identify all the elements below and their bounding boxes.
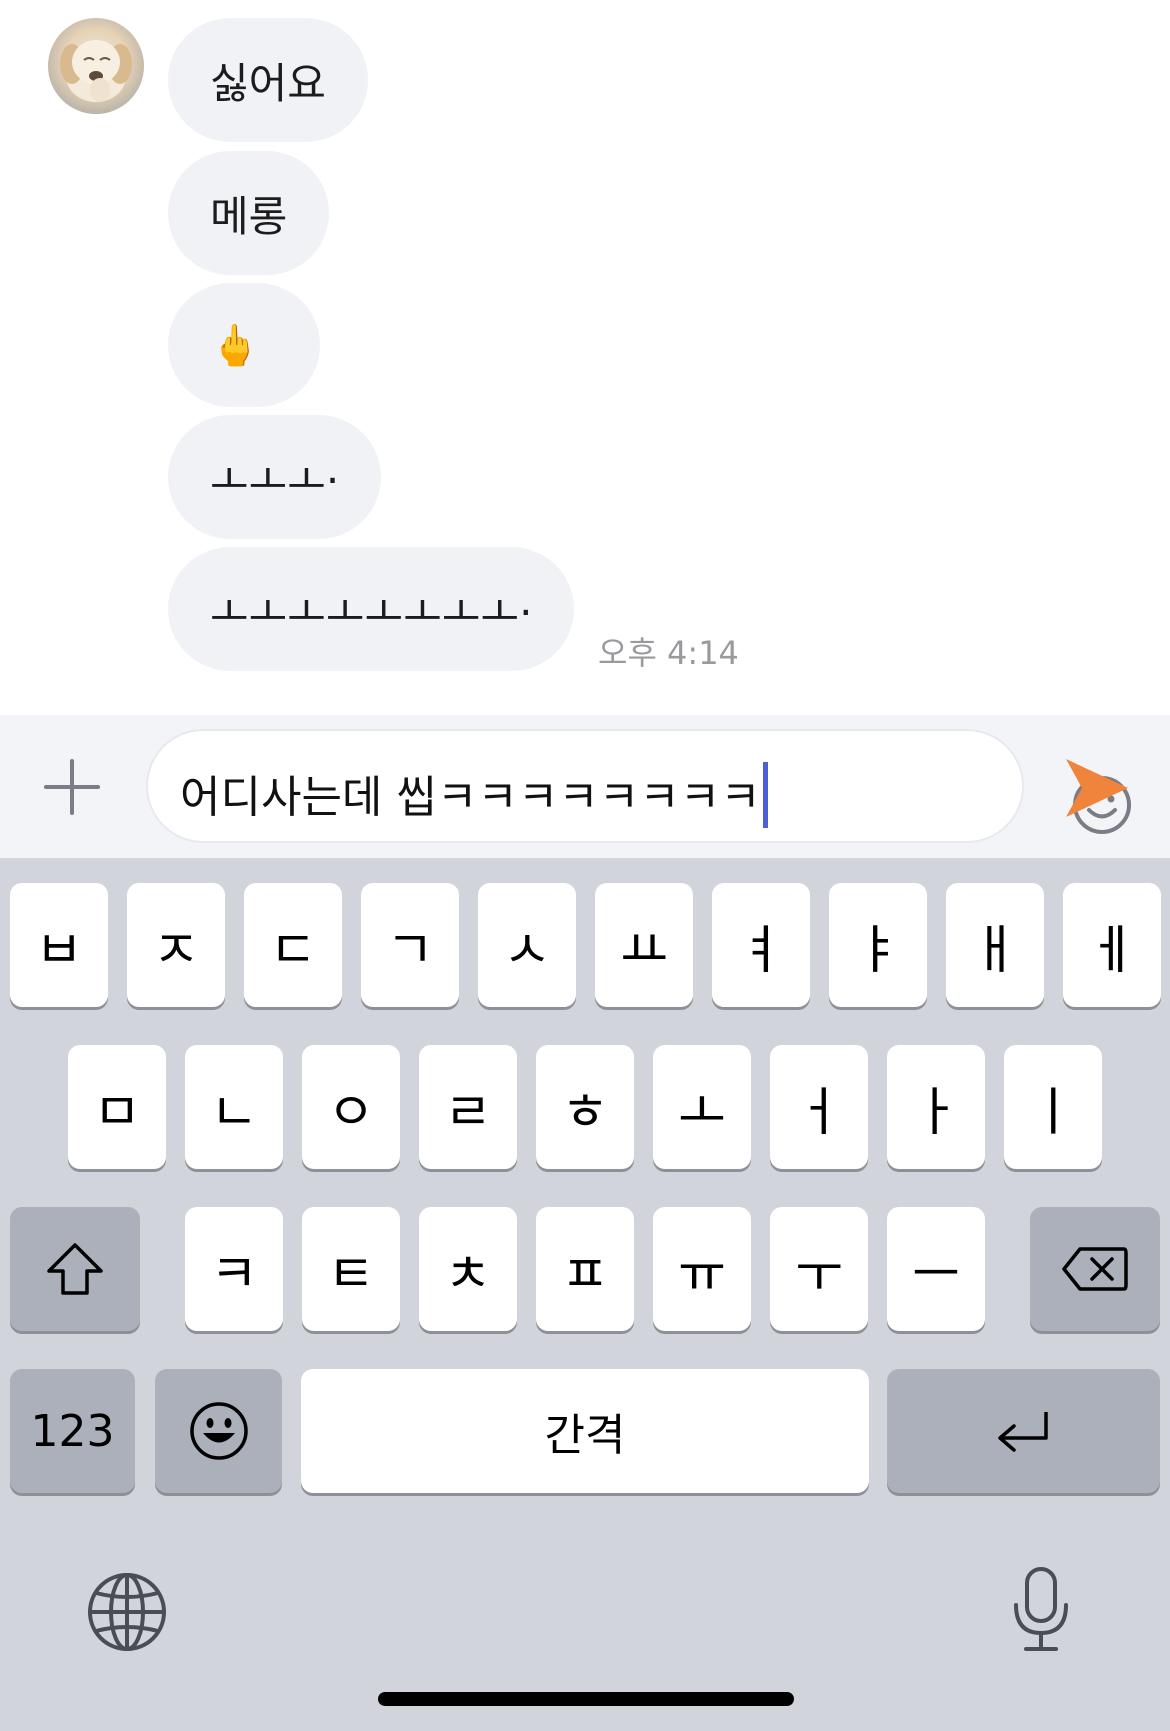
key-label: ㅈ — [152, 920, 200, 981]
emoji-face-icon — [189, 1402, 248, 1460]
key-a[interactable]: ㅏ — [887, 1045, 985, 1169]
message-text: 싫어요 — [210, 58, 326, 108]
key-label: ㅁ — [93, 1082, 141, 1143]
message-timestamp: 오후 4:14 — [598, 634, 739, 672]
key-yeo[interactable]: ㅕ — [712, 883, 810, 1007]
key-label: ㅣ — [1029, 1082, 1077, 1143]
numbers-key[interactable]: 123 — [10, 1369, 135, 1493]
text-caret — [762, 762, 768, 828]
key-label: 123 — [30, 1405, 115, 1457]
avatar[interactable] — [48, 18, 144, 114]
key-label: ㄱ — [386, 920, 434, 981]
key-label: 간격 — [544, 1410, 626, 1461]
message-input-value: 어디사는데 씹ㅋㅋㅋㅋㅋㅋㅋㅋ — [180, 772, 761, 823]
key-m[interactable]: ㅁ — [68, 1045, 166, 1169]
shift-key[interactable] — [10, 1207, 140, 1331]
key-label: ㅜ — [795, 1244, 843, 1305]
puppy-photo — [60, 40, 132, 102]
key-eu[interactable]: ㅡ — [887, 1207, 985, 1331]
key-label: ㅓ — [795, 1082, 843, 1143]
key-label: ㄹ — [444, 1082, 492, 1143]
message-text: ㅗㅗㅗㅗㅗㅗㅗㅗ· — [210, 587, 533, 637]
key-ch[interactable]: ㅊ — [419, 1207, 517, 1331]
key-t[interactable]: ㅌ — [302, 1207, 400, 1331]
message-bubble[interactable]: ㅗㅗㅗ· — [168, 415, 382, 539]
key-ya[interactable]: ㅑ — [829, 883, 927, 1007]
key-label: ㅗ — [678, 1082, 726, 1143]
attach-plus-button[interactable] — [40, 755, 104, 819]
send-button[interactable] — [1062, 755, 1132, 821]
key-label: ㅔ — [1088, 920, 1136, 981]
chat-area: 싫어요 메롱 🖕 ㅗㅗㅗ· ㅗㅗㅗㅗㅗㅗㅗㅗ· 오후 4:14 — [0, 0, 1170, 715]
key-ng[interactable]: ㅇ — [302, 1045, 400, 1169]
key-p[interactable]: ㅍ — [536, 1207, 634, 1331]
key-n[interactable]: ㄴ — [185, 1045, 283, 1169]
dictation-button[interactable] — [1010, 1565, 1072, 1655]
key-eo[interactable]: ㅓ — [770, 1045, 868, 1169]
key-label: ㅛ — [620, 920, 668, 981]
key-label: ㅊ — [444, 1244, 492, 1305]
backspace-icon — [1062, 1247, 1128, 1291]
message-bubble[interactable]: 🖕 — [168, 283, 320, 407]
key-label: ㅍ — [561, 1244, 609, 1305]
key-h[interactable]: ㅎ — [536, 1045, 634, 1169]
return-arrow-icon — [997, 1412, 1048, 1452]
key-i[interactable]: ㅣ — [1004, 1045, 1102, 1169]
key-k[interactable]: ㅋ — [185, 1207, 283, 1331]
key-b[interactable]: ㅂ — [10, 883, 108, 1007]
key-label: ㅐ — [971, 920, 1019, 981]
message-bubble[interactable]: 메롱 — [168, 151, 330, 275]
plus-icon — [44, 759, 100, 815]
globe-button[interactable] — [86, 1571, 168, 1653]
key-s[interactable]: ㅅ — [478, 883, 576, 1007]
home-indicator[interactable] — [378, 1692, 794, 1706]
return-key[interactable] — [887, 1369, 1160, 1493]
key-label: ㅏ — [912, 1082, 960, 1143]
emoji-key[interactable] — [155, 1369, 282, 1493]
message-bubble[interactable]: ㅗㅗㅗㅗㅗㅗㅗㅗ· — [168, 547, 575, 671]
key-label: ㅇ — [327, 1082, 375, 1143]
key-label: ㅅ — [503, 920, 551, 981]
key-d[interactable]: ㄷ — [244, 883, 342, 1007]
key-j[interactable]: ㅈ — [127, 883, 225, 1007]
key-label: ㄴ — [210, 1082, 258, 1143]
key-label: ㅌ — [327, 1244, 375, 1305]
message-input[interactable]: 어디사는데 씹ㅋㅋㅋㅋㅋㅋㅋㅋ — [146, 729, 1131, 843]
message-text: 메롱 — [210, 191, 288, 241]
key-label: ㅡ — [912, 1244, 960, 1305]
space-key[interactable]: 간격 — [301, 1369, 869, 1493]
key-yo[interactable]: ㅛ — [595, 883, 693, 1007]
key-ae[interactable]: ㅐ — [946, 883, 1044, 1007]
message-emoji: 🖕 — [210, 322, 260, 369]
key-e[interactable]: ㅔ — [1063, 883, 1161, 1007]
globe-icon — [88, 1573, 166, 1651]
key-o[interactable]: ㅗ — [653, 1045, 751, 1169]
key-g[interactable]: ㄱ — [361, 883, 459, 1007]
key-label: ㅑ — [854, 920, 902, 981]
key-u[interactable]: ㅜ — [770, 1207, 868, 1331]
shift-arrow-icon — [47, 1243, 103, 1295]
microphone-icon — [1014, 1567, 1068, 1651]
korean-keyboard: ㅂ ㅈ ㄷ ㄱ ㅅ ㅛ ㅕ ㅑ ㅐ ㅔ ㅁ ㄴ ㅇ ㄹ ㅎ ㅗ ㅓ ㅏ ㅣ ㅋ … — [0, 858, 1170, 1731]
key-yu[interactable]: ㅠ — [653, 1207, 751, 1331]
message-bubble[interactable]: 싫어요 — [168, 18, 368, 142]
key-label: ㄷ — [269, 920, 317, 981]
key-label: ㅠ — [678, 1244, 726, 1305]
backspace-key[interactable] — [1030, 1207, 1160, 1331]
key-r[interactable]: ㄹ — [419, 1045, 517, 1169]
send-arrow-icon — [1066, 759, 1128, 817]
message-composer: 어디사는데 씹ㅋㅋㅋㅋㅋㅋㅋㅋ — [0, 715, 1170, 858]
message-text: ㅗㅗㅗ· — [210, 455, 340, 505]
key-label: ㅋ — [210, 1244, 258, 1305]
key-label: ㅂ — [35, 920, 83, 981]
key-label: ㅕ — [737, 920, 785, 981]
key-label: ㅎ — [561, 1082, 609, 1143]
